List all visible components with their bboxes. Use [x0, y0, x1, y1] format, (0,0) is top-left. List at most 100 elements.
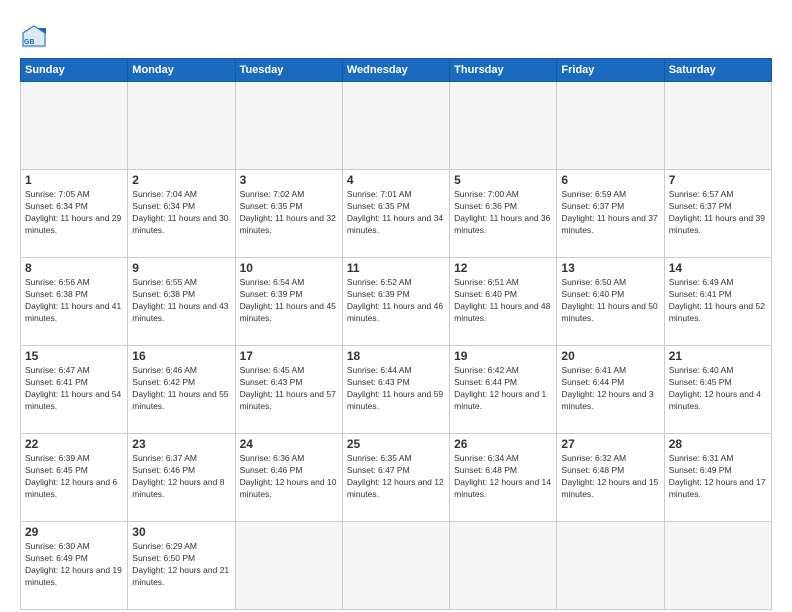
- calendar-cell: [342, 522, 449, 610]
- day-number: 20: [561, 349, 659, 363]
- day-number: 30: [132, 525, 230, 539]
- calendar-cell: [235, 522, 342, 610]
- col-header-wednesday: Wednesday: [342, 59, 449, 82]
- day-number: 22: [25, 437, 123, 451]
- calendar-cell: 25Sunrise: 6:35 AMSunset: 6:47 PMDayligh…: [342, 434, 449, 522]
- calendar-cell: 1 Sunrise: 7:05 AMSunset: 6:34 PMDaylight…: [21, 170, 128, 258]
- day-info: Sunrise: 6:59 AMSunset: 6:37 PMDaylight:…: [561, 189, 659, 237]
- calendar-cell: 20 Sunrise: 6:41 AMSunset: 6:44 PMDayligh…: [557, 346, 664, 434]
- calendar-week-row: 22 Sunrise: 6:39 AMSunset: 6:45 PMDayligh…: [21, 434, 772, 522]
- col-header-thursday: Thursday: [450, 59, 557, 82]
- day-number: 24: [240, 437, 338, 451]
- calendar-cell: 27Sunrise: 6:32 AMSunset: 6:48 PMDayligh…: [557, 434, 664, 522]
- day-number: 15: [25, 349, 123, 363]
- day-info: Sunrise: 6:34 AMSunset: 6:48 PMDaylight:…: [454, 453, 552, 501]
- calendar-cell: 15 Sunrise: 6:47 AMSunset: 6:41 PMDayligh…: [21, 346, 128, 434]
- day-number: 8: [25, 261, 123, 275]
- col-header-monday: Monday: [128, 59, 235, 82]
- day-number: 29: [25, 525, 123, 539]
- day-info: Sunrise: 6:31 AMSunset: 6:49 PMDaylight:…: [669, 453, 767, 501]
- calendar-week-row: 8 Sunrise: 6:56 AMSunset: 6:38 PMDaylight…: [21, 258, 772, 346]
- day-number: 3: [240, 173, 338, 187]
- calendar-cell: 17 Sunrise: 6:45 AMSunset: 6:43 PMDayligh…: [235, 346, 342, 434]
- day-info: Sunrise: 6:50 AMSunset: 6:40 PMDaylight:…: [561, 277, 659, 325]
- day-info: Sunrise: 6:37 AMSunset: 6:46 PMDaylight:…: [132, 453, 230, 501]
- day-info: Sunrise: 7:01 AMSunset: 6:35 PMDaylight:…: [347, 189, 445, 237]
- col-header-tuesday: Tuesday: [235, 59, 342, 82]
- calendar-cell: [664, 522, 771, 610]
- calendar-cell: 6 Sunrise: 6:59 AMSunset: 6:37 PMDaylight…: [557, 170, 664, 258]
- col-header-sunday: Sunday: [21, 59, 128, 82]
- day-info: Sunrise: 6:42 AMSunset: 6:44 PMDaylight:…: [454, 365, 552, 413]
- day-info: Sunrise: 6:52 AMSunset: 6:39 PMDaylight:…: [347, 277, 445, 325]
- page: GB SundayMondayTuesdayWednesdayThursdayF…: [0, 0, 792, 612]
- calendar-week-row: 15 Sunrise: 6:47 AMSunset: 6:41 PMDayligh…: [21, 346, 772, 434]
- day-number: 25: [347, 437, 445, 451]
- day-info: Sunrise: 6:44 AMSunset: 6:43 PMDaylight:…: [347, 365, 445, 413]
- day-number: 5: [454, 173, 552, 187]
- day-info: Sunrise: 6:51 AMSunset: 6:40 PMDaylight:…: [454, 277, 552, 325]
- day-number: 9: [132, 261, 230, 275]
- calendar-cell: 14 Sunrise: 6:49 AMSunset: 6:41 PMDayligh…: [664, 258, 771, 346]
- day-info: Sunrise: 6:47 AMSunset: 6:41 PMDaylight:…: [25, 365, 123, 413]
- calendar-cell: 29 Sunrise: 6:30 AMSunset: 6:49 PMDayligh…: [21, 522, 128, 610]
- calendar-cell: [557, 522, 664, 610]
- col-header-friday: Friday: [557, 59, 664, 82]
- day-number: 11: [347, 261, 445, 275]
- calendar-cell: 16 Sunrise: 6:46 AMSunset: 6:42 PMDayligh…: [128, 346, 235, 434]
- calendar-cell: 18Sunrise: 6:44 AMSunset: 6:43 PMDayligh…: [342, 346, 449, 434]
- calendar-header-row: SundayMondayTuesdayWednesdayThursdayFrid…: [21, 59, 772, 82]
- day-info: Sunrise: 7:05 AMSunset: 6:34 PMDaylight:…: [25, 189, 123, 237]
- day-info: Sunrise: 6:36 AMSunset: 6:46 PMDaylight:…: [240, 453, 338, 501]
- day-info: Sunrise: 6:29 AMSunset: 6:50 PMDaylight:…: [132, 541, 230, 589]
- day-info: Sunrise: 6:45 AMSunset: 6:43 PMDaylight:…: [240, 365, 338, 413]
- calendar-cell: 21 Sunrise: 6:40 AMSunset: 6:45 PMDayligh…: [664, 346, 771, 434]
- day-info: Sunrise: 6:41 AMSunset: 6:44 PMDaylight:…: [561, 365, 659, 413]
- calendar-cell: 12 Sunrise: 6:51 AMSunset: 6:40 PMDayligh…: [450, 258, 557, 346]
- calendar-cell: 13 Sunrise: 6:50 AMSunset: 6:40 PMDayligh…: [557, 258, 664, 346]
- calendar-cell: [450, 522, 557, 610]
- calendar-cell: [664, 82, 771, 170]
- day-number: 1: [25, 173, 123, 187]
- day-info: Sunrise: 6:46 AMSunset: 6:42 PMDaylight:…: [132, 365, 230, 413]
- day-number: 7: [669, 173, 767, 187]
- calendar-cell: [342, 82, 449, 170]
- day-info: Sunrise: 7:04 AMSunset: 6:34 PMDaylight:…: [132, 189, 230, 237]
- day-info: Sunrise: 6:56 AMSunset: 6:38 PMDaylight:…: [25, 277, 123, 325]
- calendar-cell: 28Sunrise: 6:31 AMSunset: 6:49 PMDayligh…: [664, 434, 771, 522]
- logo-icon: GB: [20, 22, 48, 50]
- calendar-cell: [128, 82, 235, 170]
- day-info: Sunrise: 6:54 AMSunset: 6:39 PMDaylight:…: [240, 277, 338, 325]
- day-info: Sunrise: 6:30 AMSunset: 6:49 PMDaylight:…: [25, 541, 123, 589]
- calendar-cell: 19Sunrise: 6:42 AMSunset: 6:44 PMDayligh…: [450, 346, 557, 434]
- calendar-cell: [235, 82, 342, 170]
- day-info: Sunrise: 6:32 AMSunset: 6:48 PMDaylight:…: [561, 453, 659, 501]
- calendar-cell: 7 Sunrise: 6:57 AMSunset: 6:37 PMDaylight…: [664, 170, 771, 258]
- calendar-cell: 9Sunrise: 6:55 AMSunset: 6:38 PMDaylight…: [128, 258, 235, 346]
- day-number: 12: [454, 261, 552, 275]
- day-number: 16: [132, 349, 230, 363]
- day-number: 6: [561, 173, 659, 187]
- day-info: Sunrise: 6:57 AMSunset: 6:37 PMDaylight:…: [669, 189, 767, 237]
- day-number: 10: [240, 261, 338, 275]
- day-info: Sunrise: 6:49 AMSunset: 6:41 PMDaylight:…: [669, 277, 767, 325]
- col-header-saturday: Saturday: [664, 59, 771, 82]
- day-number: 26: [454, 437, 552, 451]
- calendar-cell: 30 Sunrise: 6:29 AMSunset: 6:50 PMDayligh…: [128, 522, 235, 610]
- calendar-cell: 3Sunrise: 7:02 AMSunset: 6:35 PMDaylight…: [235, 170, 342, 258]
- svg-text:GB: GB: [24, 39, 35, 46]
- calendar-table: SundayMondayTuesdayWednesdayThursdayFrid…: [20, 58, 772, 610]
- calendar-cell: 2 Sunrise: 7:04 AMSunset: 6:34 PMDaylight…: [128, 170, 235, 258]
- day-number: 13: [561, 261, 659, 275]
- header: GB: [20, 18, 772, 50]
- day-number: 4: [347, 173, 445, 187]
- calendar-cell: 22 Sunrise: 6:39 AMSunset: 6:45 PMDayligh…: [21, 434, 128, 522]
- day-number: 17: [240, 349, 338, 363]
- day-number: 2: [132, 173, 230, 187]
- day-info: Sunrise: 6:40 AMSunset: 6:45 PMDaylight:…: [669, 365, 767, 413]
- day-number: 14: [669, 261, 767, 275]
- day-info: Sunrise: 6:39 AMSunset: 6:45 PMDaylight:…: [25, 453, 123, 501]
- day-info: Sunrise: 7:00 AMSunset: 6:36 PMDaylight:…: [454, 189, 552, 237]
- day-number: 21: [669, 349, 767, 363]
- logo: GB: [20, 22, 52, 50]
